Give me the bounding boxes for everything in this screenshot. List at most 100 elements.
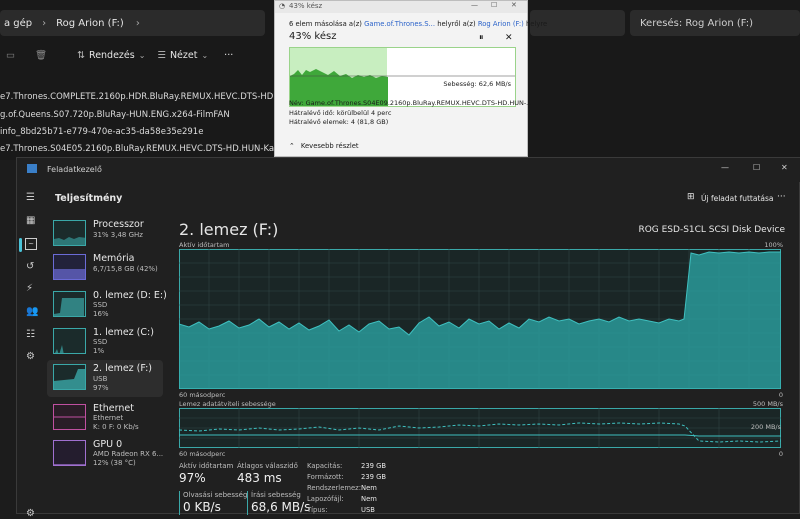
- maximize-button[interactable]: ☐: [491, 1, 497, 9]
- resource-usage: 97%: [93, 384, 109, 392]
- chevron-down-icon: ⌄: [201, 50, 209, 60]
- rename-icon[interactable]: ▭: [6, 50, 15, 61]
- copy-progress-dialog: ◔ 43% kész — ☐ ✕ 6 elem másolása a(z) Ga…: [274, 0, 547, 157]
- dest-link[interactable]: Rog Arion (F:): [478, 20, 524, 28]
- services-icon[interactable]: ⚙: [26, 351, 35, 362]
- active-time-value: 97%: [179, 471, 206, 485]
- resource-list: Processzor 31% 3,48 GHz Memória 6,7/15,8…: [47, 218, 167, 515]
- resource-detail: SSD: [93, 338, 108, 346]
- resource-name: Ethernet: [93, 403, 134, 414]
- less-details-button[interactable]: ⌃ Kevesebb részlet: [289, 142, 359, 150]
- source-link[interactable]: Game.of.Thrones.S...: [364, 20, 435, 28]
- more-options-button[interactable]: ···: [224, 50, 233, 61]
- graph1-left-label: 60 másodperc: [179, 391, 226, 399]
- search-input[interactable]: Keresés: Rog Arion (F:): [630, 10, 800, 36]
- view-icon: ☰: [157, 49, 166, 61]
- avg-response-label: Átlagos válaszidő: [237, 462, 298, 470]
- resource-item-gpu[interactable]: GPU 0 AMD Radeon RX 6... 12% (38 °C): [47, 438, 163, 475]
- prop-label: Kapacitás:: [307, 462, 343, 470]
- section-title: Teljesítmény: [55, 193, 123, 204]
- disk-0-thumbnail: [53, 291, 86, 317]
- view-button[interactable]: Nézet: [170, 50, 198, 61]
- file-list-item[interactable]: g.of.Queens.S07.720p.BluRay-HUN.ENG.x264…: [0, 110, 230, 120]
- file-list-item[interactable]: e7.Thrones.S04E05.2160p.BluRay.REMUX.HEV…: [0, 144, 308, 154]
- graph1-max: 100%: [764, 241, 783, 249]
- startup-apps-icon[interactable]: ⚡: [26, 283, 33, 294]
- users-icon[interactable]: 👥: [26, 306, 38, 317]
- minimize-button[interactable]: —: [721, 163, 729, 172]
- resource-item-disk-0[interactable]: 0. lemez (D: E:) SSD 16%: [47, 289, 167, 326]
- task-manager-window: Feladatkezelő — ☐ ✕ ☰ ▦ ~ ↺ ⚡ 👥 ☷ ⚙ ⚙ Te…: [16, 157, 800, 519]
- dialog-title: 43% kész: [289, 2, 323, 10]
- sort-icon: ⇅: [77, 49, 86, 61]
- cpu-thumbnail: [53, 220, 86, 246]
- resource-usage: 16%: [93, 310, 109, 318]
- copy-speed: Sebesség: 62,6 MB/s: [443, 80, 511, 88]
- resource-detail: AMD Radeon RX 6...: [93, 450, 164, 458]
- prop-label: Típus:: [307, 506, 328, 514]
- close-button[interactable]: ✕: [781, 163, 788, 172]
- copy-speed-graph: Sebesség: 62,6 MB/s: [289, 47, 516, 107]
- disk-1-thumbnail: [53, 328, 86, 354]
- breadcrumb-this-pc[interactable]: a gép: [4, 18, 32, 29]
- delete-icon[interactable]: 🗑: [35, 50, 47, 61]
- run-new-task-button[interactable]: Új feladat futtatása: [701, 194, 773, 203]
- resource-item-disk-2[interactable]: 2. lemez (F:) USB 97%: [47, 360, 163, 397]
- graph1-label: Aktív időtartam: [179, 241, 230, 249]
- sort-button[interactable]: Rendezés: [89, 50, 135, 61]
- resource-item-cpu[interactable]: Processzor 31% 3,48 GHz: [47, 218, 163, 255]
- read-speed-label: Olvasási sebesség: [183, 491, 248, 499]
- resource-detail: SSD: [93, 301, 108, 309]
- graph2-mid-label: 200 MB/s: [750, 423, 781, 431]
- prop-value: Nem: [361, 484, 377, 492]
- section-header: Teljesítmény ⊞ Új feladat futtatása ···: [47, 186, 800, 210]
- resource-item-ethernet[interactable]: Ethernet Ethernet K: 0 F: 0 Kb/s: [47, 402, 163, 439]
- new-task-icon: ⊞: [687, 192, 695, 202]
- breadcrumb-drive[interactable]: Rog Arion (F:): [56, 18, 124, 29]
- prop-value: USB: [361, 506, 375, 514]
- prop-value: 239 GB: [361, 473, 387, 481]
- hamburger-menu-icon[interactable]: ☰: [26, 192, 35, 203]
- more-options-button[interactable]: ···: [777, 192, 786, 202]
- app-history-icon[interactable]: ↺: [26, 261, 34, 272]
- chevron-right-icon: ›: [42, 17, 47, 29]
- resource-name: Memória: [93, 253, 135, 264]
- prop-value: 239 GB: [361, 462, 387, 470]
- disk-2-thumbnail: [53, 364, 86, 390]
- processes-icon[interactable]: ▦: [26, 215, 35, 226]
- resource-item-memory[interactable]: Memória 6,7/15,8 GB (42%): [47, 252, 163, 289]
- prop-label: Rendszerlemez:: [307, 484, 362, 492]
- performance-icon[interactable]: ~: [25, 238, 37, 250]
- details-icon[interactable]: ☷: [26, 329, 35, 340]
- task-manager-titlebar: Feladatkezelő — ☐ ✕: [17, 158, 800, 182]
- ethernet-thumbnail: [53, 404, 86, 430]
- cancel-copy-button[interactable]: ✕: [505, 33, 513, 43]
- graph1-right-label: 0: [778, 391, 783, 399]
- resource-item-disk-1[interactable]: 1. lemez (C:) SSD 1%: [47, 326, 163, 363]
- copy-clock-icon: ◔: [279, 2, 286, 10]
- pause-button[interactable]: ⏸: [479, 33, 484, 43]
- graph2-label: Lemez adatátviteli sebessége: [179, 400, 276, 408]
- active-time-label: Aktív időtartam: [179, 462, 234, 470]
- write-speed-value: 68,6 MB/s: [251, 500, 311, 514]
- disk-title: 2. lemez (F:): [179, 220, 279, 239]
- resource-usage: K: 0 F: 0 Kb/s: [93, 423, 139, 431]
- close-button[interactable]: ✕: [511, 1, 517, 9]
- prop-value: Nem: [361, 495, 377, 503]
- resource-name: 2. lemez (F:): [93, 363, 153, 374]
- prop-label: Formázott:: [307, 473, 344, 481]
- minimize-button[interactable]: —: [471, 1, 478, 9]
- maximize-button[interactable]: ☐: [753, 163, 760, 172]
- resource-detail: 6,7/15,8 GB (42%): [93, 265, 158, 273]
- file-list-item[interactable]: info_8bd25b71-e779-470e-ac35-da58e35e291…: [0, 127, 203, 137]
- device-name: ROG ESD-S1CL SCSI Disk Device: [638, 225, 785, 235]
- transfer-rate-graph: [179, 408, 781, 448]
- current-file-name: Név: Game.of.Thrones.S04E09.2160p.BluRay…: [289, 99, 533, 107]
- write-speed-marker: [247, 491, 248, 515]
- task-manager-icon: [27, 164, 37, 173]
- address-bar[interactable]: a gép › Rog Arion (F:) ›: [0, 10, 265, 36]
- resource-name: Processzor: [93, 219, 144, 230]
- read-speed-marker: [179, 491, 180, 515]
- graph2-max: 500 MB/s: [752, 400, 783, 408]
- read-speed-value: 0 KB/s: [183, 500, 221, 514]
